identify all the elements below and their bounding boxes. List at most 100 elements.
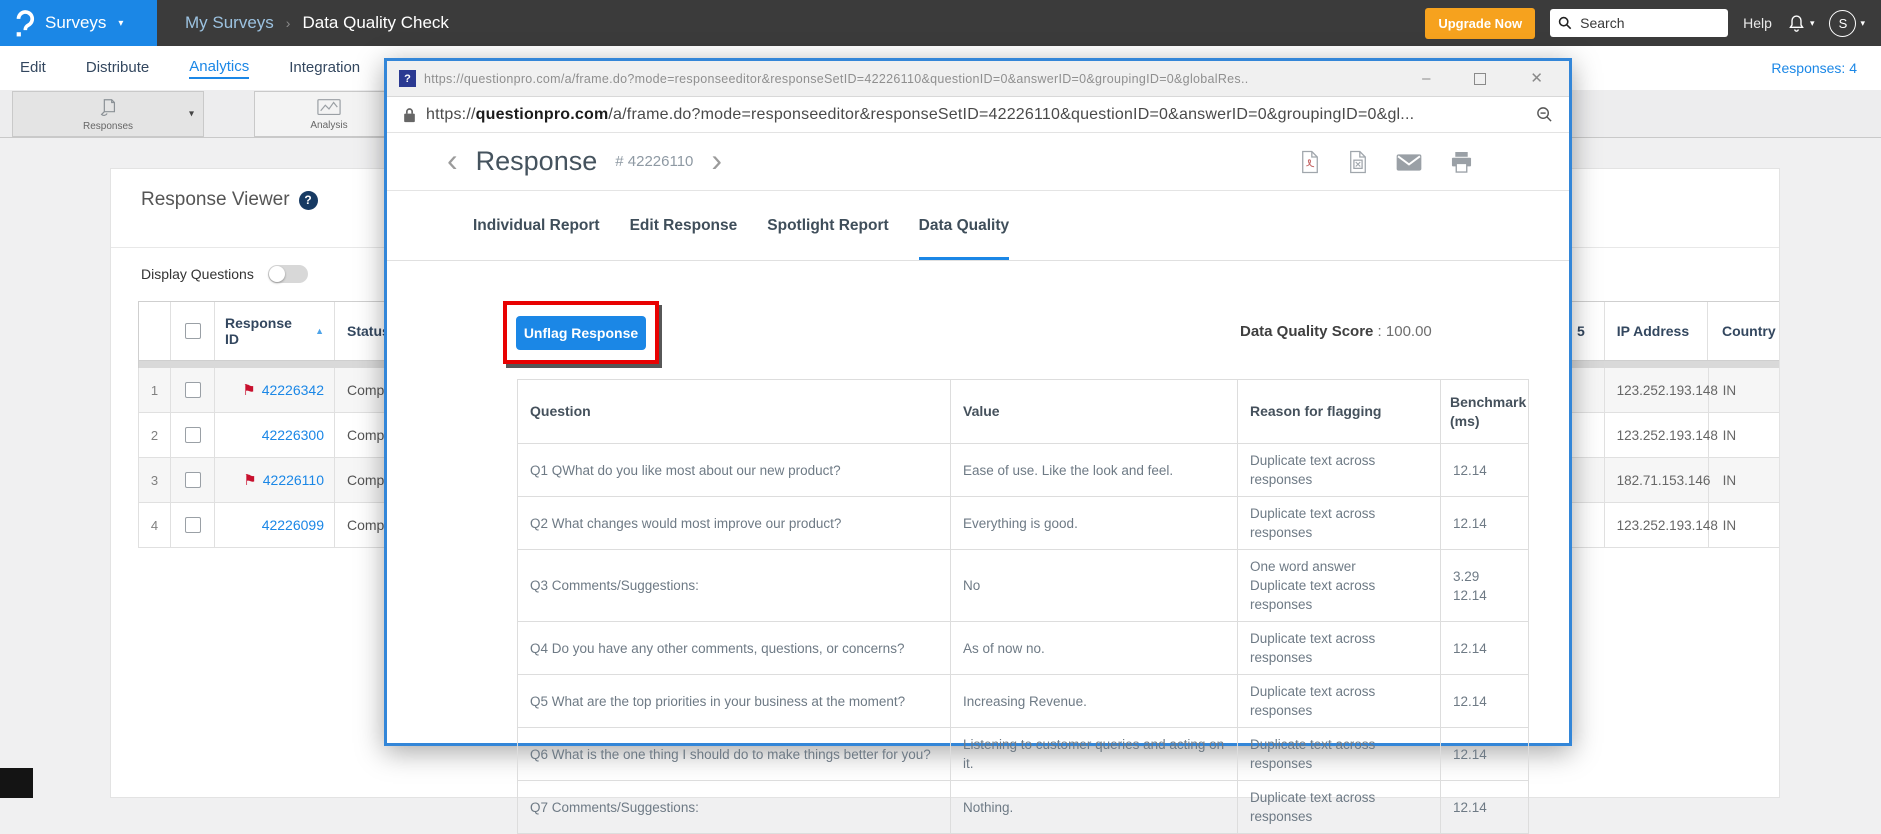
reason-cell: One word answerDuplicate text across res…: [1238, 550, 1441, 622]
column-header: Reason for flagging: [1238, 380, 1441, 444]
excel-export-icon[interactable]: [1348, 150, 1368, 174]
toolbar-tile-analysis[interactable]: Analysis ▾: [254, 91, 404, 137]
popup-title-url: https://questionpro.com/a/frame.do?mode=…: [424, 72, 1249, 86]
response-id-header[interactable]: Response ID ▲: [215, 302, 335, 360]
display-questions-toggle[interactable]: [268, 265, 308, 283]
notifications-menu[interactable]: ▾: [1787, 13, 1815, 33]
value-cell: As of now no.: [951, 622, 1238, 675]
upgrade-now-button[interactable]: Upgrade Now: [1425, 8, 1535, 39]
question-cell: Q3 Comments/Suggestions:: [518, 550, 951, 622]
questionpro-logo-icon: [13, 9, 35, 38]
reason-cell: Duplicate text across responses: [1238, 622, 1441, 675]
close-icon[interactable]: ✕: [1530, 71, 1543, 86]
chevron-down-icon: ▾: [118, 18, 123, 29]
export-actions: [1300, 133, 1473, 191]
nav-item-analytics[interactable]: Analytics: [189, 58, 249, 79]
breadcrumb: My Surveys › Data Quality Check: [185, 13, 449, 33]
response-title: Response: [476, 146, 598, 177]
question-cell: Q6 What is the one thing I should do to …: [518, 728, 951, 781]
tab-spotlight-report[interactable]: Spotlight Report: [767, 191, 888, 260]
nav-item-integration[interactable]: Integration: [289, 59, 360, 78]
country-cell: IN: [1709, 458, 1780, 502]
reason-cell: Duplicate text across responses: [1238, 781, 1441, 834]
nav-item-distribute[interactable]: Distribute: [86, 59, 149, 78]
help-link[interactable]: Help: [1743, 15, 1772, 31]
page-title: Response Viewer: [141, 189, 290, 211]
row-checkbox[interactable]: [171, 503, 215, 547]
ip-address-header[interactable]: IP Address: [1605, 302, 1708, 360]
print-icon[interactable]: [1450, 152, 1473, 173]
country-code-header[interactable]: Country Co: [1708, 302, 1780, 360]
previous-response-icon[interactable]: ‹: [447, 144, 458, 180]
select-all-checkbox[interactable]: [171, 302, 215, 360]
benchmark-cell: 12.14: [1441, 622, 1529, 675]
question-cell: Q1 QWhat do you like most about our new …: [518, 444, 951, 497]
toolbar-tile-responses[interactable]: Responses ▾: [12, 91, 204, 137]
page-title-row: Response Viewer ?: [141, 189, 318, 211]
data-quality-row: Q2 What changes would most improve our p…: [518, 497, 1529, 550]
ip-row: 123.252.193.148IN: [1546, 503, 1780, 548]
pdf-export-icon[interactable]: [1300, 150, 1320, 174]
ip-cell: 123.252.193.148: [1605, 503, 1709, 547]
chevron-down-icon: ▾: [1860, 18, 1865, 29]
benchmark-cell: 12.14: [1441, 675, 1529, 728]
benchmark-cell: 12.14: [1441, 781, 1529, 834]
account-menu[interactable]: S ▾: [1829, 10, 1865, 37]
next-response-icon[interactable]: ›: [711, 144, 722, 180]
global-search[interactable]: [1550, 9, 1728, 37]
zoom-out-icon[interactable]: [1536, 106, 1553, 123]
unflag-response-button[interactable]: Unflag Response: [516, 316, 646, 350]
help-icon[interactable]: ?: [299, 191, 318, 210]
responses-count[interactable]: Responses: 4: [1771, 60, 1861, 76]
response-id-cell[interactable]: 42226300: [215, 413, 335, 457]
breadcrumb-current: Data Quality Check: [302, 13, 448, 33]
sort-asc-icon[interactable]: ▲: [315, 326, 324, 336]
address-url[interactable]: https://questionpro.com/a/frame.do?mode=…: [426, 106, 1414, 124]
taskbar-corner: [0, 768, 33, 798]
data-quality-row: Q4 Do you have any other comments, quest…: [518, 622, 1529, 675]
row-checkbox[interactable]: [171, 368, 215, 412]
chevron-down-icon[interactable]: ▾: [189, 109, 194, 120]
row-checkbox[interactable]: [171, 458, 215, 502]
table-header-band: [1546, 361, 1780, 368]
tab-data-quality[interactable]: Data Quality: [919, 191, 1009, 260]
response-id-cell[interactable]: 42226099: [215, 503, 335, 547]
topbar-actions: Upgrade Now Help ▾ S ▾: [1425, 8, 1881, 39]
maximize-icon[interactable]: [1474, 73, 1486, 85]
response-header: ‹ Response # 42226110 ›: [387, 133, 1569, 191]
tab-edit-response[interactable]: Edit Response: [630, 191, 738, 260]
email-icon[interactable]: [1396, 153, 1422, 172]
popup-address-bar: https://questionpro.com/a/frame.do?mode=…: [387, 97, 1569, 133]
column-header: Benchmark (ms): [1441, 380, 1529, 444]
response-id-cell[interactable]: ⚑42226342: [215, 368, 335, 412]
ip-row: 123.252.193.148IN: [1546, 368, 1780, 413]
response-id-cell[interactable]: ⚑42226110: [215, 458, 335, 502]
ip-table-body: 123.252.193.148IN123.252.193.148IN182.71…: [1546, 368, 1780, 548]
minimize-icon[interactable]: –: [1422, 71, 1430, 86]
value-cell: Ease of use. Like the look and feel.: [951, 444, 1238, 497]
line-chart-icon: [317, 98, 341, 118]
questionpro-favicon: ?: [399, 70, 416, 87]
breadcrumb-my-surveys[interactable]: My Surveys: [185, 13, 274, 33]
column-header: Value: [951, 380, 1238, 444]
column-header: Question: [518, 380, 951, 444]
search-input[interactable]: [1578, 14, 1708, 32]
value-cell: Increasing Revenue.: [951, 675, 1238, 728]
data-quality-row: Q3 Comments/Suggestions:NoOne word answe…: [518, 550, 1529, 622]
country-cell: IN: [1709, 413, 1780, 457]
annotation-highlight-box: Unflag Response: [503, 301, 659, 364]
nav-item-edit[interactable]: Edit: [20, 59, 46, 78]
row-number-header: [139, 302, 171, 360]
product-switcher[interactable]: Surveys ▾: [0, 0, 157, 46]
question-cell: Q5 What are the top priorities in your b…: [518, 675, 951, 728]
display-questions-label: Display Questions: [141, 266, 254, 282]
benchmark-cell: 12.14: [1441, 444, 1529, 497]
popup-title-bar[interactable]: ? https://questionpro.com/a/frame.do?mod…: [387, 61, 1569, 97]
row-checkbox[interactable]: [171, 413, 215, 457]
row-number: 3: [139, 458, 171, 502]
tab-individual-report[interactable]: Individual Report: [473, 191, 600, 260]
response-tabs: Individual Report Edit Response Spotlight …: [387, 191, 1569, 261]
question-cell: Q7 Comments/Suggestions:: [518, 781, 951, 834]
question-cell: Q2 What changes would most improve our p…: [518, 497, 951, 550]
window-controls: – ✕: [1422, 71, 1555, 86]
